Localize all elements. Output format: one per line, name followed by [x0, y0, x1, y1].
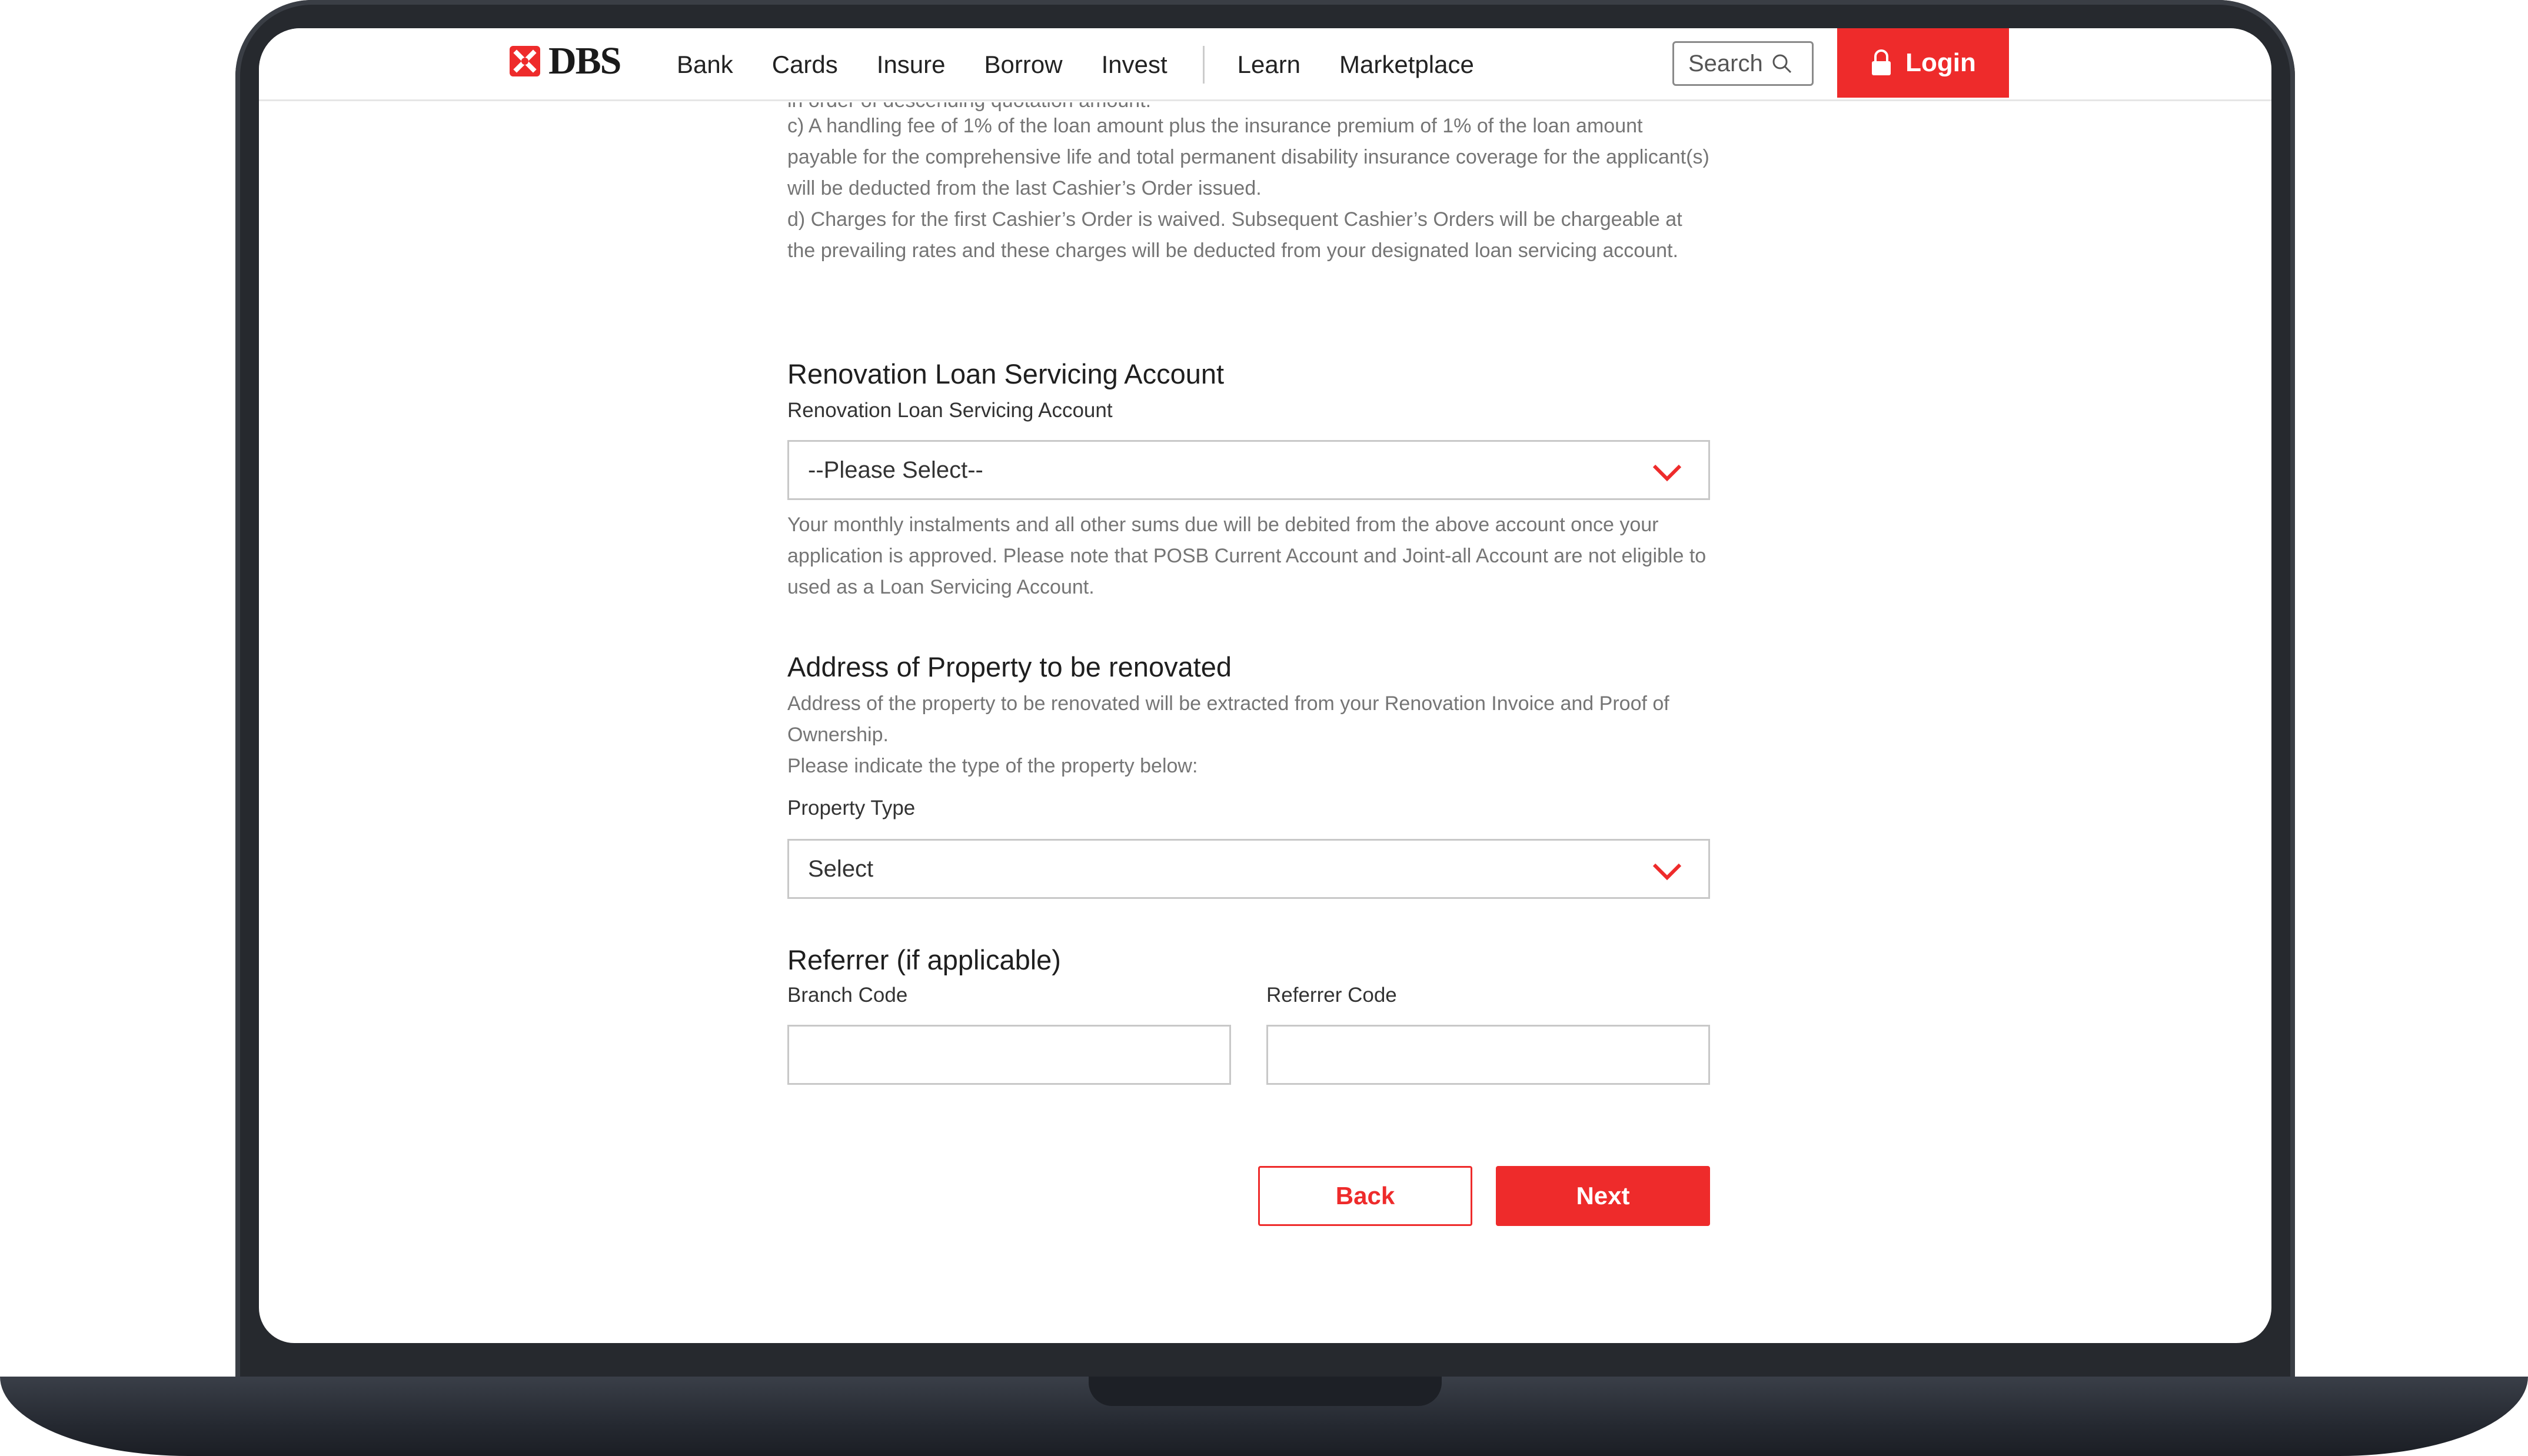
property-note: Address of the property to be renovated …: [787, 692, 1669, 746]
nav-marketplace[interactable]: Marketplace: [1339, 51, 1474, 79]
referrer-title: Referrer (if applicable): [787, 944, 1061, 975]
property-type-selected-value: Select: [808, 855, 874, 882]
main-nav: Bank Cards Insure Borrow Invest Learn Ma…: [677, 28, 1513, 101]
login-label: Login: [1905, 48, 1976, 77]
nav-invest[interactable]: Invest: [1102, 51, 1167, 79]
search-icon: [1770, 52, 1794, 75]
browser-screen: DBS Bank Cards Insure Borrow Invest Lear…: [259, 28, 2271, 1343]
lock-icon: [1870, 49, 1892, 76]
property-type-label: Property Type: [787, 797, 916, 819]
search-label: Search: [1688, 50, 1763, 76]
nav-divider: [1202, 46, 1205, 84]
chevron-down-icon: [1652, 861, 1682, 881]
back-button[interactable]: Back: [1258, 1166, 1472, 1226]
logo-text: DBS: [548, 39, 621, 82]
login-button[interactable]: Login: [1837, 28, 2009, 98]
intro-paragraph-d: d) Charges for the first Cashier’s Order…: [787, 208, 1682, 262]
search-button[interactable]: Search: [1672, 41, 1814, 86]
servicing-title: Renovation Loan Servicing Account: [787, 358, 1225, 389]
nav-insure[interactable]: Insure: [877, 51, 946, 79]
property-type-select[interactable]: Select: [787, 839, 1710, 899]
nav-bank[interactable]: Bank: [677, 51, 733, 79]
servicing-note: Your monthly instalments and all other s…: [787, 514, 1707, 598]
nav-borrow[interactable]: Borrow: [984, 51, 1063, 79]
next-button[interactable]: Next: [1496, 1166, 1710, 1226]
site-header: DBS Bank Cards Insure Borrow Invest Lear…: [259, 28, 2271, 101]
servicing-account-select[interactable]: --Please Select--: [787, 440, 1710, 500]
dbs-logo-icon: [508, 45, 541, 78]
chevron-down-icon: [1652, 462, 1682, 482]
branch-code-input[interactable]: [787, 1025, 1231, 1085]
property-instruction: Please indicate the type of the property…: [787, 755, 1198, 777]
branch-code-label: Branch Code: [787, 984, 908, 1007]
referrer-code-input[interactable]: [1266, 1025, 1710, 1085]
servicing-label: Renovation Loan Servicing Account: [787, 399, 1113, 422]
property-title: Address of Property to be renovated: [787, 651, 1232, 682]
nav-cards[interactable]: Cards: [772, 51, 838, 79]
servicing-selected-value: --Please Select--: [808, 457, 983, 483]
nav-learn[interactable]: Learn: [1238, 51, 1300, 79]
referrer-code-label: Referrer Code: [1266, 984, 1397, 1007]
intro-paragraph-c: c) A handling fee of 1% of the loan amou…: [787, 115, 1709, 199]
laptop-notch: [1089, 1377, 1442, 1406]
dbs-logo[interactable]: DBS: [508, 39, 621, 82]
